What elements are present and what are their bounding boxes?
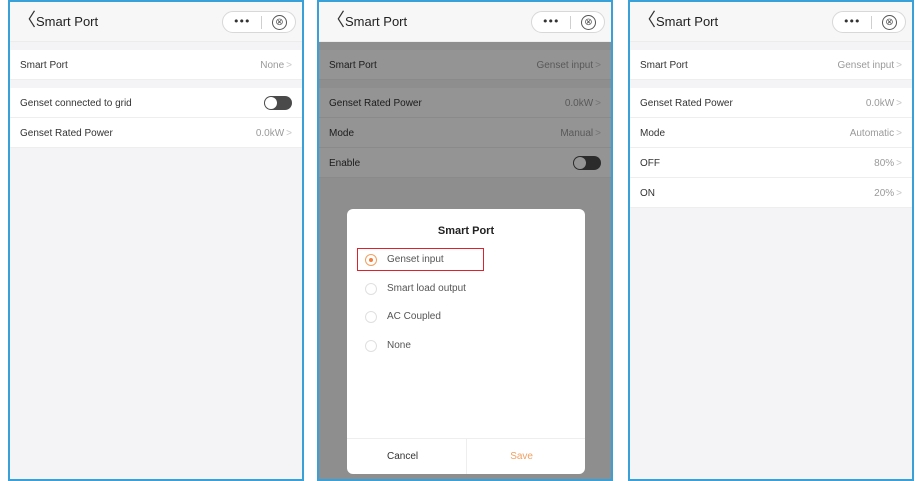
chevron-right-icon: > [286, 60, 292, 71]
mode-row[interactable]: Mode Automatic > [630, 118, 912, 148]
nav-bar: 〈 Smart Port ••• ⊗ [10, 2, 302, 42]
nav-bar: 〈 Smart Port ••• ⊗ [319, 2, 611, 42]
row-value: Genset input > [837, 60, 902, 71]
row-label: OFF [640, 158, 660, 169]
option-label: Smart load output [387, 283, 466, 294]
option-smart-load-output[interactable]: Smart load output [361, 279, 571, 299]
close-icon[interactable]: ⊗ [272, 15, 287, 30]
miniapp-capsule: ••• ⊗ [531, 11, 605, 33]
selection-highlight-box [357, 248, 484, 271]
smart-port-row[interactable]: Smart Port Genset input > [630, 50, 912, 80]
toggle-knob [265, 97, 277, 109]
option-label: AC Coupled [387, 311, 441, 322]
nav-bar: 〈 Smart Port ••• ⊗ [630, 2, 912, 42]
row-label: Genset Rated Power [20, 128, 113, 139]
cancel-button[interactable]: Cancel [387, 451, 418, 462]
chevron-right-icon: > [896, 158, 902, 169]
more-icon[interactable]: ••• [843, 15, 860, 28]
dialog-footer: Cancel Save [347, 438, 585, 474]
genset-rated-power-row[interactable]: Genset Rated Power 0.0kW > [630, 88, 912, 118]
genset-connected-to-grid-row: Genset connected to grid [10, 88, 302, 118]
close-icon[interactable]: ⊗ [581, 15, 596, 30]
chevron-right-icon: > [896, 98, 902, 109]
page-title: Smart Port [345, 14, 408, 29]
more-icon[interactable]: ••• [233, 15, 250, 28]
capsule-divider [871, 16, 872, 29]
row-value: 0.0kW > [255, 128, 292, 139]
save-button[interactable]: Save [510, 451, 533, 462]
page-title: Smart Port [36, 14, 99, 29]
row-value: 0.0kW > [865, 98, 902, 109]
footer-divider [466, 439, 467, 474]
row-label: Genset connected to grid [20, 98, 132, 109]
chevron-right-icon: > [896, 60, 902, 71]
capsule-divider [570, 16, 571, 29]
row-value: Automatic > [849, 128, 902, 139]
row-label: Genset Rated Power [640, 98, 733, 109]
back-arrow-icon[interactable]: 〈 [18, 11, 36, 31]
chevron-right-icon: > [896, 128, 902, 139]
chevron-right-icon: > [286, 128, 292, 139]
chevron-right-icon: > [896, 188, 902, 199]
radio-icon [365, 340, 377, 352]
capsule-divider [261, 16, 262, 29]
option-label: None [387, 340, 411, 351]
row-label: Mode [640, 128, 666, 139]
genset-rated-power-row[interactable]: Genset Rated Power 0.0kW > [10, 118, 302, 148]
back-arrow-icon[interactable]: 〈 [327, 11, 345, 31]
radio-icon [365, 283, 377, 295]
radio-icon [365, 311, 377, 323]
row-value: 80% > [874, 158, 902, 169]
screen-smart-port-none: 〈 Smart Port ••• ⊗ Smart Port None > Gens… [8, 0, 304, 481]
option-ac-coupled[interactable]: AC Coupled [361, 307, 571, 327]
row-value: None > [260, 60, 292, 71]
screen-smart-port-automatic: 〈 Smart Port ••• ⊗ Smart Port Genset inp… [628, 0, 914, 481]
miniapp-capsule: ••• ⊗ [222, 11, 296, 33]
row-label: Smart Port [20, 60, 68, 71]
miniapp-capsule: ••• ⊗ [832, 11, 906, 33]
row-label: Smart Port [640, 60, 688, 71]
dialog-title: Smart Port [437, 225, 495, 237]
off-threshold-row[interactable]: OFF 80% > [630, 148, 912, 178]
row-value: 20% > [874, 188, 902, 199]
row-label: ON [640, 188, 655, 199]
on-threshold-row[interactable]: ON 20% > [630, 178, 912, 208]
back-arrow-icon[interactable]: 〈 [638, 11, 656, 31]
close-icon[interactable]: ⊗ [882, 15, 897, 30]
more-icon[interactable]: ••• [542, 15, 559, 28]
option-none[interactable]: None [361, 336, 571, 356]
genset-grid-toggle[interactable] [264, 96, 292, 110]
page-title: Smart Port [656, 14, 719, 29]
smart-port-row[interactable]: Smart Port None > [10, 50, 302, 80]
screen-smart-port-dialog: 〈 Smart Port ••• ⊗ Smart Port Genset inp… [317, 0, 613, 481]
smart-port-dialog: Smart Port Genset input Smart load outpu… [347, 209, 585, 474]
